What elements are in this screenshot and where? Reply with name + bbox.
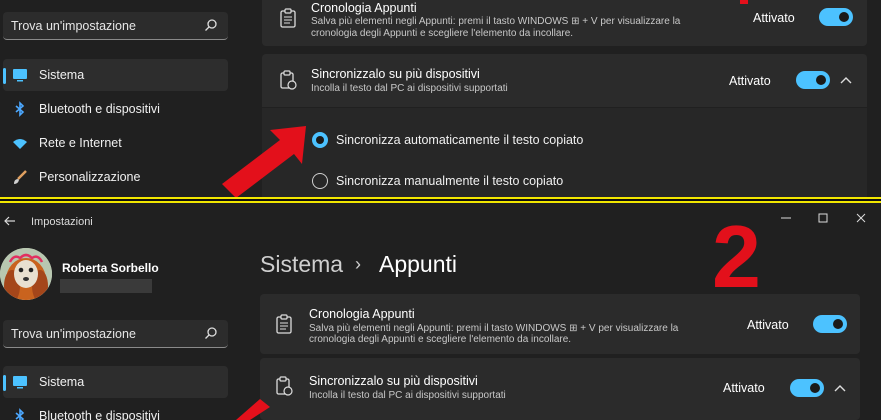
sidebar-item-label: Bluetooth e dispositivi (39, 102, 160, 116)
wifi-icon (13, 139, 27, 149)
card-description: Incolla il testo dal PC ai dispositivi s… (311, 83, 508, 94)
bluetooth-icon (15, 408, 25, 420)
sidebar-item-label: Personalizzazione (39, 170, 141, 184)
chevron-up-icon[interactable] (840, 76, 852, 84)
radio-label: Sincronizza automaticamente il testo cop… (336, 133, 584, 147)
search-input[interactable]: Trova un'impostazione (11, 19, 136, 33)
brush-icon (14, 170, 27, 184)
radio-button-selected[interactable] (312, 132, 328, 148)
radio-label: Sincronizza manualmente il testo copiato (336, 174, 564, 188)
clipboard-icon (276, 314, 292, 334)
close-icon[interactable] (854, 211, 868, 225)
chevron-up-icon[interactable] (834, 384, 846, 392)
card-description-2: cronologia degli Appunti e scegliere l'e… (311, 28, 574, 39)
search-icon[interactable] (204, 326, 218, 340)
card-title: Cronologia Appunti (309, 307, 415, 321)
clipboard-history-card: Cronologia Appunti Salva più elementi ne… (262, 0, 867, 46)
back-arrow-icon[interactable] (4, 215, 16, 227)
monitor-icon (13, 376, 27, 389)
card-title: Sincronizzalo su più dispositivi (311, 67, 480, 81)
dog-portrait-icon (0, 248, 52, 300)
monitor-icon (13, 69, 27, 82)
top-screenshot: Trova un'impostazione Sistema Bluetooth … (0, 0, 881, 197)
bottom-screenshot: Impostazioni Roberta Sorbello Trova un'i… (0, 203, 881, 420)
bluetooth-icon (15, 101, 25, 117)
toggle-state-label: Attivato (729, 74, 771, 88)
sidebar-item-personalizzazione[interactable]: Personalizzazione (3, 161, 228, 193)
search-input[interactable]: Trova un'impostazione (11, 327, 136, 341)
sidebar-item-label: Bluetooth e dispositivi (39, 409, 160, 420)
search-box[interactable]: Trova un'impostazione (3, 320, 228, 348)
active-indicator (3, 68, 6, 84)
breadcrumb-parent[interactable]: Sistema (260, 251, 343, 278)
annotation-mark (740, 0, 748, 4)
card-title: Sincronizzalo su più dispositivi (309, 374, 478, 388)
sidebar-item-bluetooth[interactable]: Bluetooth e dispositivi (3, 400, 228, 420)
breadcrumb-separator: › (355, 254, 361, 274)
sync-devices-card[interactable]: Sincronizzalo su più dispositivi Incolla… (260, 358, 860, 420)
search-box[interactable]: Trova un'impostazione (3, 12, 228, 40)
user-name: Roberta Sorbello (62, 261, 159, 275)
minimize-icon[interactable] (779, 211, 793, 225)
clipboard-icon (280, 8, 296, 28)
app-title: Impostazioni (31, 216, 93, 228)
annotation-arrow-icon (236, 399, 270, 420)
sidebar-item-sistema[interactable]: Sistema (3, 59, 228, 91)
toggle-state-label: Attivato (753, 11, 795, 25)
radio-button[interactable] (312, 173, 328, 189)
page-title: Appunti (379, 251, 458, 277)
clipboard-history-card: Cronologia Appunti Salva più elementi ne… (260, 294, 860, 354)
annotation-arrow-icon (222, 126, 306, 197)
toggle-state-label: Attivato (747, 318, 789, 332)
clipboard-sync-icon (280, 70, 297, 90)
clipboard-sync-icon (276, 376, 293, 396)
annotation-number: 2 (712, 207, 761, 306)
sync-devices-card[interactable]: Sincronizzalo su più dispositivi Incolla… (262, 54, 867, 107)
maximize-icon[interactable] (816, 211, 830, 225)
history-toggle[interactable] (813, 315, 847, 333)
toggle-state-label: Attivato (723, 381, 765, 395)
avatar[interactable] (0, 248, 52, 300)
card-title: Cronologia Appunti (311, 1, 417, 15)
sidebar-item-label: Sistema (39, 68, 85, 82)
card-description: Incolla il testo dal PC ai dispositivi s… (309, 390, 506, 401)
sync-toggle[interactable] (790, 379, 824, 397)
card-description: Salva più elementi negli Appunti: premi … (311, 16, 681, 27)
history-toggle[interactable] (819, 8, 853, 26)
sync-toggle[interactable] (796, 71, 830, 89)
sidebar-item-bluetooth[interactable]: Bluetooth e dispositivi (3, 93, 228, 125)
sidebar-item-sistema[interactable]: Sistema (3, 366, 228, 398)
card-description-2: cronologia degli Appunti e scegliere l'e… (309, 334, 572, 345)
active-indicator (3, 375, 6, 391)
sidebar-item-label: Sistema (39, 375, 85, 389)
redacted-email (60, 279, 152, 293)
sidebar-item-rete[interactable]: Rete e Internet (3, 127, 228, 159)
search-icon[interactable] (204, 18, 218, 32)
sidebar-item-label: Rete e Internet (39, 136, 122, 150)
